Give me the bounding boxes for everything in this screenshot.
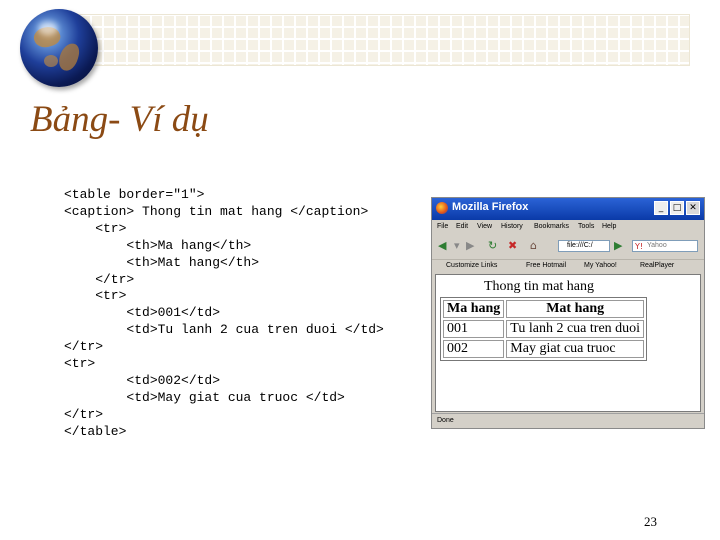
code-line: <table border="1"> xyxy=(64,187,205,202)
code-line: <td>001</td> xyxy=(64,305,221,321)
html-code-listing: <table border="1"> <caption> Thong tin m… xyxy=(64,187,384,441)
firefox-window-screenshot: Mozilla Firefox _ □ ✕ File Edit View His… xyxy=(431,197,705,429)
globe-icon xyxy=(20,9,98,87)
code-line: <tr> xyxy=(64,356,96,372)
yahoo-icon: Y! xyxy=(635,242,644,251)
forward-arrow-icon[interactable]: ▶ xyxy=(466,239,474,253)
slide-title: Bảng- Ví dụ xyxy=(30,99,209,140)
menu-item-view[interactable]: View xyxy=(477,223,492,230)
bookmark-link[interactable]: Customize Links xyxy=(446,262,497,269)
status-bar: Done xyxy=(432,413,704,429)
menu-item-history[interactable]: History xyxy=(501,223,523,230)
menu-item-help[interactable]: Help xyxy=(602,223,616,230)
firefox-logo-icon xyxy=(436,202,448,214)
minimize-button[interactable]: _ xyxy=(654,201,668,215)
product-table: Ma hang Mat hang 001 Tu lanh 2 cua tren … xyxy=(440,297,648,361)
code-line: <th>Mat hang</th> xyxy=(64,254,260,270)
table-cell: May giat cua truoc xyxy=(506,340,645,358)
table-row: 002 May giat cua truoc xyxy=(443,340,645,358)
globe-highlight xyxy=(38,21,58,35)
maximize-button[interactable]: □ xyxy=(670,201,684,215)
code-line: <tr> xyxy=(64,220,127,236)
reload-icon[interactable]: ↻ xyxy=(488,239,497,253)
bookmarks-toolbar: Customize Links Free Hotmail My Yahoo! R… xyxy=(432,259,704,273)
page-number: 23 xyxy=(644,514,657,529)
table-cell: Tu lanh 2 cua tren duoi xyxy=(506,320,645,338)
column-header: Ma hang xyxy=(443,300,505,318)
column-header: Mat hang xyxy=(506,300,645,318)
menu-item-edit[interactable]: Edit xyxy=(456,223,468,230)
menu-item-file[interactable]: File xyxy=(437,223,448,230)
globe-landmass xyxy=(44,55,58,67)
page-viewport: Thong tin mat hang Ma hang Mat hang 001 … xyxy=(435,274,701,412)
code-line: </tr> xyxy=(64,339,104,355)
navigation-toolbar: ◀ ▾ ▶ ↻ ✖ ⌂ file:///C:/ ▶ Yahoo Y! xyxy=(432,234,704,258)
back-arrow-icon[interactable]: ◀ xyxy=(438,239,446,253)
window-title: Mozilla Firefox xyxy=(452,201,529,213)
home-icon[interactable]: ⌂ xyxy=(530,239,537,253)
bookmark-link[interactable]: My Yahoo! xyxy=(584,262,617,269)
code-line: </tr> xyxy=(64,406,104,422)
code-line: <tr> xyxy=(64,288,127,304)
chevron-down-icon[interactable]: ▾ xyxy=(454,239,460,253)
bookmark-link[interactable]: RealPlayer xyxy=(640,262,674,269)
close-button[interactable]: ✕ xyxy=(686,201,700,215)
table-caption: Thong tin mat hang xyxy=(483,279,595,294)
address-bar[interactable]: file:///C:/ xyxy=(558,240,610,252)
table-header-row: Ma hang Mat hang xyxy=(443,300,645,318)
menu-item-tools[interactable]: Tools xyxy=(578,223,594,230)
code-line: <td>May giat cua truoc </td> xyxy=(64,389,345,405)
code-line: <td>002</td> xyxy=(64,372,221,388)
code-line: </table> xyxy=(64,423,127,439)
window-titlebar: Mozilla Firefox _ □ ✕ xyxy=(432,198,704,220)
table-cell: 002 xyxy=(443,340,505,358)
stop-icon[interactable]: ✖ xyxy=(508,239,517,253)
go-arrow-icon[interactable]: ▶ xyxy=(614,239,622,253)
code-line: <caption> Thong tin mat hang </caption> xyxy=(64,203,369,219)
table-cell: 001 xyxy=(443,320,505,338)
menu-item-bookmarks[interactable]: Bookmarks xyxy=(534,223,569,230)
code-line: <td>Tu lanh 2 cua tren duoi </td> xyxy=(64,322,384,338)
code-line: </tr> xyxy=(64,271,135,287)
bookmark-link[interactable]: Free Hotmail xyxy=(526,262,566,269)
table-row: 001 Tu lanh 2 cua tren duoi xyxy=(443,320,645,338)
header-pattern-edge xyxy=(78,14,690,66)
globe-landmass xyxy=(56,41,82,73)
status-text: Done xyxy=(437,417,454,424)
code-line: <th>Ma hang</th> xyxy=(64,237,252,253)
menu-bar: File Edit View History Bookmarks Tools H… xyxy=(432,220,704,234)
